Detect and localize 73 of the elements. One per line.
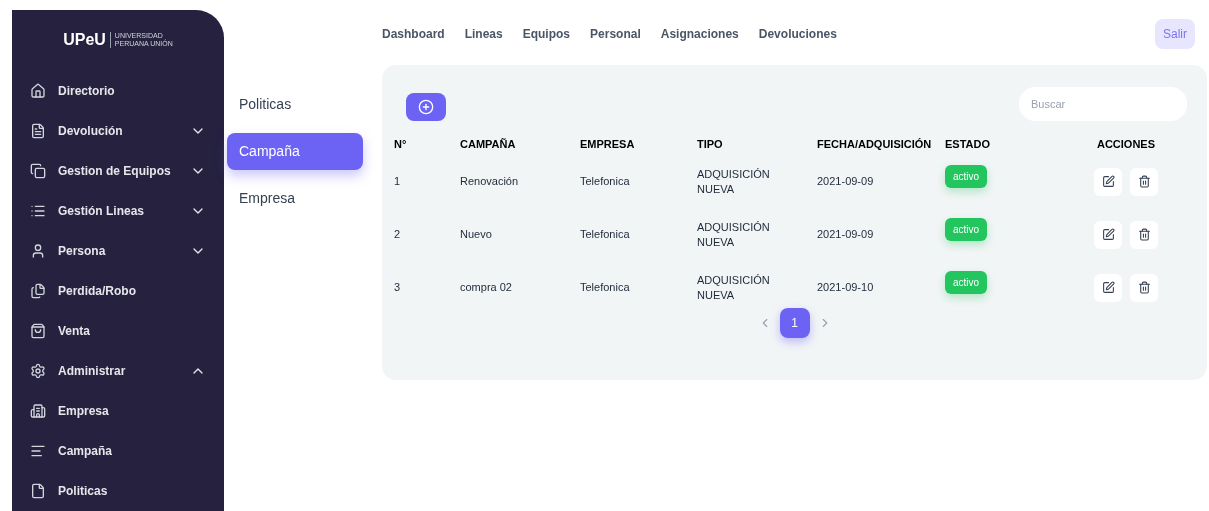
sidebar-item[interactable]: Gestión Lineas bbox=[58, 202, 178, 220]
sidebar-item[interactable]: Directorio bbox=[58, 82, 206, 100]
table-cell-text: 2021-09-09 bbox=[817, 227, 874, 243]
home-icon bbox=[30, 83, 46, 99]
table-cell-text: ADQUISICIÓN NUEVA bbox=[697, 166, 771, 197]
delete-button[interactable] bbox=[1130, 273, 1158, 302]
sidebar-item[interactable]: Gestion de Equipos bbox=[58, 162, 178, 180]
sidebar-item[interactable]: Venta bbox=[58, 322, 206, 340]
status-badge: activo bbox=[945, 271, 988, 294]
trash-icon bbox=[1137, 175, 1151, 188]
column-header: ACCIONES bbox=[1096, 136, 1156, 152]
search-field[interactable]: Buscar bbox=[1019, 87, 1187, 121]
bars-icon bbox=[30, 443, 46, 459]
table-cell-text: 2021-09-10 bbox=[817, 280, 874, 296]
trash-icon bbox=[1137, 281, 1151, 294]
delete-button[interactable] bbox=[1130, 167, 1158, 196]
nav-link[interactable]: Equipos bbox=[522, 25, 571, 43]
table-cell-text: Telefonica bbox=[580, 227, 630, 243]
file-icon bbox=[30, 483, 46, 499]
table-cell-text: ADQUISICIÓN NUEVA bbox=[697, 219, 771, 250]
status-badge: activo bbox=[945, 165, 988, 188]
status-badge: activo bbox=[945, 218, 988, 241]
user-icon bbox=[30, 243, 46, 259]
nav-link[interactable]: Devoluciones bbox=[758, 25, 837, 43]
table-cell-text: compra 02 bbox=[460, 280, 512, 296]
trash-icon bbox=[1137, 228, 1151, 241]
submenu-item[interactable]: Campaña bbox=[227, 133, 363, 170]
table-cell-text: Telefonica bbox=[580, 174, 630, 190]
edit-button[interactable] bbox=[1094, 220, 1122, 249]
table-cell-text: 3 bbox=[394, 280, 401, 296]
list-icon bbox=[30, 203, 46, 219]
add-button[interactable] bbox=[406, 93, 446, 121]
bag-icon bbox=[30, 323, 46, 339]
column-header: TIPO bbox=[697, 136, 723, 152]
table-cell-text: 2 bbox=[394, 227, 401, 243]
column-header: CAMPAÑA bbox=[460, 136, 516, 152]
plus-icon bbox=[418, 99, 434, 115]
sidebar-item[interactable]: Perdida/Robo bbox=[58, 282, 206, 300]
building-icon bbox=[30, 403, 46, 419]
column-header: ESTADO bbox=[945, 136, 991, 152]
page-button[interactable]: 1 bbox=[779, 308, 810, 338]
logo-text: UPeU bbox=[63, 30, 106, 50]
column-header: EMPRESA bbox=[580, 136, 635, 152]
sidebar-item[interactable]: Devolución bbox=[58, 122, 178, 140]
column-header: FECHA/ADQUISICIÓN bbox=[817, 136, 932, 152]
nav-link[interactable]: Dashboard bbox=[382, 25, 445, 43]
nav-link[interactable]: Personal bbox=[590, 25, 641, 43]
table-cell-text: 2021-09-09 bbox=[817, 174, 874, 190]
edit-button[interactable] bbox=[1094, 167, 1122, 196]
nav-link[interactable]: Asignaciones bbox=[660, 25, 739, 43]
files-icon bbox=[30, 283, 46, 299]
settings-icon bbox=[30, 363, 46, 379]
table-cell-text: Nuevo bbox=[460, 227, 492, 243]
delete-button[interactable] bbox=[1130, 220, 1158, 249]
sidebar-item[interactable]: Campaña bbox=[58, 442, 206, 460]
sidebar-item[interactable]: Empresa bbox=[58, 402, 206, 420]
edit-button[interactable] bbox=[1094, 273, 1122, 302]
table-cell-text: Renovación bbox=[460, 174, 519, 190]
sidebar-item[interactable]: Administrar bbox=[58, 362, 178, 380]
sidebar-item[interactable]: Politicas bbox=[58, 482, 206, 500]
edit-icon bbox=[1101, 175, 1115, 188]
table-cell-text: ADQUISICIÓN NUEVA bbox=[697, 272, 771, 303]
edit-icon bbox=[1101, 281, 1115, 294]
column-header: N° bbox=[394, 136, 407, 152]
devices-icon bbox=[30, 163, 46, 179]
table-cell-text: Telefonica bbox=[580, 280, 630, 296]
edit-icon bbox=[1101, 228, 1115, 241]
nav-link[interactable]: Lineas bbox=[464, 25, 503, 43]
sidebar-item[interactable]: Persona bbox=[58, 242, 178, 260]
table-cell-text: 1 bbox=[394, 174, 401, 190]
document-icon bbox=[30, 123, 46, 139]
submenu-item[interactable]: Empresa bbox=[227, 180, 363, 217]
submenu-item[interactable]: Politicas bbox=[227, 86, 363, 123]
